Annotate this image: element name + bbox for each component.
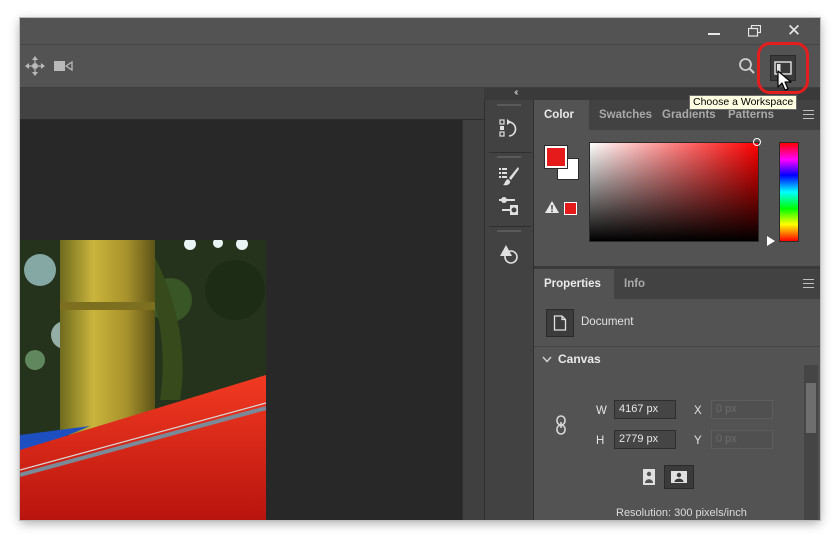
strip-grip[interactable] xyxy=(497,156,521,158)
restore-button[interactable] xyxy=(734,18,774,44)
restore-icon xyxy=(747,25,761,37)
hue-slider-handle[interactable] xyxy=(767,236,775,246)
strip-grip[interactable] xyxy=(497,230,521,232)
resolution-text: Resolution: 300 pixels/inch xyxy=(616,507,747,519)
tab-color[interactable]: Color xyxy=(534,100,589,130)
y-label: Y xyxy=(694,435,702,447)
saturation-brightness-field[interactable] xyxy=(589,142,759,242)
landscape-orientation-button[interactable] xyxy=(664,465,694,489)
portrait-orientation-button[interactable] xyxy=(638,465,660,489)
document-photo[interactable] xyxy=(20,240,266,520)
scrollbar-thumb[interactable] xyxy=(806,383,816,433)
double-chevron-left-icon[interactable]: ‹‹ xyxy=(514,87,518,98)
portrait-icon xyxy=(643,469,655,485)
minimize-icon xyxy=(708,27,720,35)
gamut-warning-icon[interactable] xyxy=(544,200,560,219)
minimize-button[interactable] xyxy=(694,18,734,44)
brush-presets-icon[interactable] xyxy=(497,164,521,188)
title-bar: ✕ xyxy=(20,18,820,44)
landscape-icon xyxy=(671,471,687,483)
close-button[interactable]: ✕ xyxy=(774,18,814,44)
strip-separator xyxy=(489,152,531,153)
canvas-section-header[interactable]: Canvas xyxy=(542,352,601,366)
chevron-down-icon xyxy=(542,355,552,366)
panel-menu-icon[interactable] xyxy=(803,279,814,288)
workspace-tooltip: Choose a Workspace xyxy=(689,95,798,110)
document-label: Document xyxy=(581,316,634,328)
x-field[interactable]: 0 px xyxy=(711,400,773,419)
tab-swatches[interactable]: Swatches xyxy=(589,100,652,130)
canvas-section-title: Canvas xyxy=(558,352,601,366)
options-bar: ✓ xyxy=(20,44,820,98)
hue-slider[interactable] xyxy=(779,142,799,242)
panel-menu-icon[interactable] xyxy=(803,110,814,119)
properties-panel-tabs: Properties Info xyxy=(534,269,820,299)
mouse-cursor-icon xyxy=(777,70,792,91)
properties-scrollbar[interactable] xyxy=(804,365,818,520)
strip-separator xyxy=(489,226,531,227)
canvas-scroll-strip[interactable] xyxy=(462,120,484,520)
strip-grip[interactable] xyxy=(497,104,521,106)
foreground-color-swatch[interactable] xyxy=(544,145,568,169)
width-field[interactable]: 4167 px xyxy=(614,400,676,419)
color-panel: Color Swatches Gradients Patterns xyxy=(534,100,820,266)
search-icon[interactable] xyxy=(738,57,756,80)
height-label: H xyxy=(596,435,605,447)
adjustments-icon[interactable] xyxy=(497,194,521,218)
document-tab-bar xyxy=(20,88,484,120)
document-icon xyxy=(546,309,574,337)
tab-info[interactable]: Info xyxy=(614,269,660,299)
move-3d-icon[interactable] xyxy=(24,55,46,82)
document-row: Document xyxy=(534,299,820,347)
x-label: X xyxy=(694,405,702,417)
photoshop-window: ✕ ✓ xyxy=(20,18,820,520)
y-field[interactable]: 0 px xyxy=(711,430,773,449)
gamut-color-swatch[interactable] xyxy=(564,202,577,215)
color-picker-marker[interactable] xyxy=(753,138,761,146)
collapsed-panels-strip xyxy=(484,100,534,520)
height-field[interactable]: 2779 px xyxy=(614,430,676,449)
link-dimensions-icon[interactable] xyxy=(555,415,567,440)
properties-panel: Properties Info Document Canvas W 4167 p… xyxy=(534,269,820,520)
history-icon[interactable] xyxy=(497,116,521,140)
width-label: W xyxy=(596,405,607,417)
video-camera-icon[interactable] xyxy=(54,59,76,78)
close-icon: ✕ xyxy=(786,21,802,40)
tab-properties[interactable]: Properties xyxy=(534,269,614,299)
shapes-icon[interactable] xyxy=(497,242,521,266)
